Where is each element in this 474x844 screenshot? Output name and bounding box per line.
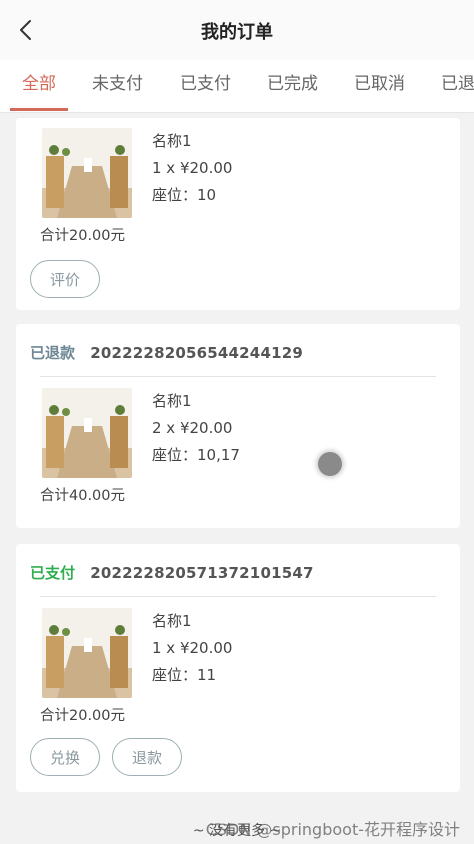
order-number: 20222282057137210154​7 <box>90 564 314 582</box>
product-name: 名称1 <box>152 612 192 630</box>
header-bar: 我的订单 <box>0 0 474 61</box>
page-title: 我的订单 <box>201 22 273 43</box>
order-card: 已支付 20222282057137210154​7 名称1 1 x ¥20.0… <box>16 544 460 792</box>
orders-page: 我的订单 全部 未支付 已支付 已完成 已取消 已退 名称1 1 x ¥20.0… <box>0 0 474 844</box>
active-tab-indicator <box>10 108 68 111</box>
order-item-info: 名称1 1 x ¥20.00 座位：11 <box>152 608 232 689</box>
tab-completed[interactable]: 已完成 <box>267 60 318 112</box>
touch-cursor <box>318 452 342 476</box>
order-subtotal: 合计20.00元 <box>40 708 126 724</box>
status-badge: 已退款 <box>30 344 76 362</box>
exchange-button[interactable]: 兑换 <box>30 738 100 776</box>
product-thumbnail <box>42 608 132 698</box>
seat-info: 座位：10 <box>152 186 217 204</box>
tab-unpaid[interactable]: 未支付 <box>92 60 143 112</box>
quantity-price: 2 x ¥20.00 <box>152 419 233 437</box>
product-thumbnail <box>42 128 132 218</box>
status-tabs: 全部 未支付 已支付 已完成 已取消 已退 <box>0 60 474 113</box>
tab-all[interactable]: 全部 <box>22 60 56 112</box>
seat-info: 座位：11 <box>152 666 217 684</box>
seat-info: 座位：10,17 <box>152 446 240 464</box>
order-header: 已退款 20222282056544244129 <box>30 342 303 363</box>
divider <box>40 376 436 377</box>
divider <box>40 596 436 597</box>
product-name: 名称1 <box>152 132 192 150</box>
order-item-info: 名称1 2 x ¥20.00 座位：10,17 <box>152 388 240 469</box>
product-name: 名称1 <box>152 392 192 410</box>
quantity-price: 1 x ¥20.00 <box>152 159 233 177</box>
order-item-info: 名称1 1 x ¥20.00 座位：10 <box>152 128 232 209</box>
refund-button[interactable]: 退款 <box>112 738 182 776</box>
quantity-price: 1 x ¥20.00 <box>152 639 233 657</box>
order-subtotal: 合计20.00元 <box>40 228 126 244</box>
order-subtotal: 合计40.00元 <box>40 488 126 504</box>
tab-cancelled[interactable]: 已取消 <box>354 60 405 112</box>
watermark: CSDN @springboot-花开程序设计 <box>205 820 460 839</box>
tab-refunded[interactable]: 已退 <box>441 60 474 112</box>
order-card: 已退款 20222282056544244129 名称1 2 x ¥20.00 … <box>16 324 460 528</box>
tab-paid[interactable]: 已支付 <box>180 60 231 112</box>
status-badge: 已支付 <box>30 564 76 582</box>
review-button[interactable]: 评价 <box>30 260 100 298</box>
order-header: 已支付 20222282057137210154​7 <box>30 562 314 583</box>
order-number: 20222282056544244129 <box>90 344 303 362</box>
product-thumbnail <box>42 388 132 478</box>
order-card: 名称1 1 x ¥20.00 座位：10 合计20.00元 评价 <box>16 118 460 310</box>
